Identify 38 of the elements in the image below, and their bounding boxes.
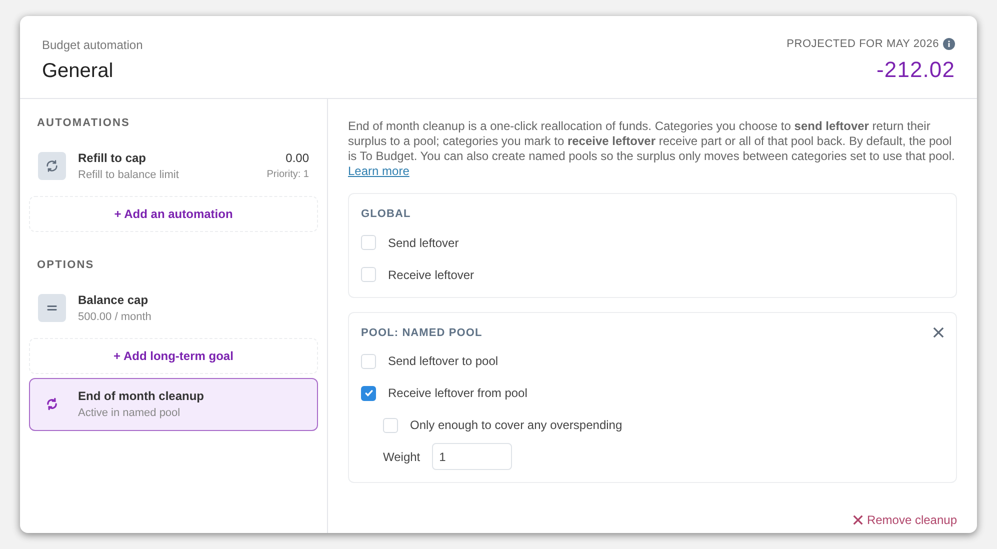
- sidebar-item[interactable]: End of month cleanup Active in named pool: [29, 378, 318, 430]
- add-automation-button[interactable]: + Add an automation: [29, 196, 318, 232]
- weight-label: Weight: [383, 448, 420, 466]
- header-title: General: [42, 59, 114, 84]
- sidebar-item[interactable]: Refill to cap Refill to balance limit 0.00 Priority: 1: [29, 140, 318, 192]
- checkbox-label: Receive leftover: [388, 266, 474, 284]
- item-amount: 0.00: [286, 150, 309, 168]
- projection-value: -212.02: [876, 56, 955, 84]
- description-text: End of month cleanup is a one-click reallocation of funds. Categories you choose to send leftover return their surplus to a pool; categories you mark to receive leftover receive part or all of that pool back. By default, the pool is To Budget. You can also create named pools so the surplus only moves between categories set to use that pool. Learn more: [348, 119, 956, 179]
- header-subtitle: Budget automation: [42, 37, 143, 54]
- card-heading: POOL: NAMED POOL: [361, 326, 482, 340]
- checkbox-label: Send leftover: [388, 234, 459, 252]
- checkbox[interactable]: [361, 386, 376, 400]
- checkbox-label: Receive leftover from pool: [388, 385, 528, 402]
- close-icon: [852, 515, 863, 525]
- equals-icon: [38, 294, 66, 322]
- learn-more-link[interactable]: Learn more: [348, 164, 410, 178]
- item-subtitle: 500.00 / month: [78, 310, 152, 324]
- sidebar-item[interactable]: Balance cap 500.00 / month: [29, 282, 318, 334]
- item-title: Refill to cap: [78, 150, 148, 166]
- section-heading: OPTIONS: [36, 258, 96, 273]
- item-subtitle: Active in named pool: [78, 406, 182, 421]
- item-priority: Priority: 1: [266, 168, 309, 182]
- refresh-icon: [38, 152, 66, 180]
- card-heading: GLOBAL: [361, 207, 411, 222]
- checkbox-label: Only enough to cover any overspending: [410, 417, 622, 434]
- weight-field[interactable]: 1: [432, 443, 512, 470]
- info-icon[interactable]: [943, 38, 955, 50]
- add-goal-button[interactable]: + Add long-term goal: [29, 338, 318, 374]
- checkbox-label: Send leftover to pool: [388, 353, 498, 370]
- remove-cleanup-button[interactable]: Remove cleanup: [852, 511, 957, 529]
- close-icon[interactable]: [933, 327, 944, 338]
- item-title: Balance cap: [78, 292, 150, 308]
- item-subtitle: Refill to balance limit: [78, 168, 180, 182]
- item-title: End of month cleanup: [78, 388, 205, 405]
- checkmark-icon: [364, 388, 374, 398]
- projection-label: PROJECTED FOR MAY 2026: [786, 37, 939, 52]
- section-heading: AUTOMATIONS: [36, 116, 131, 131]
